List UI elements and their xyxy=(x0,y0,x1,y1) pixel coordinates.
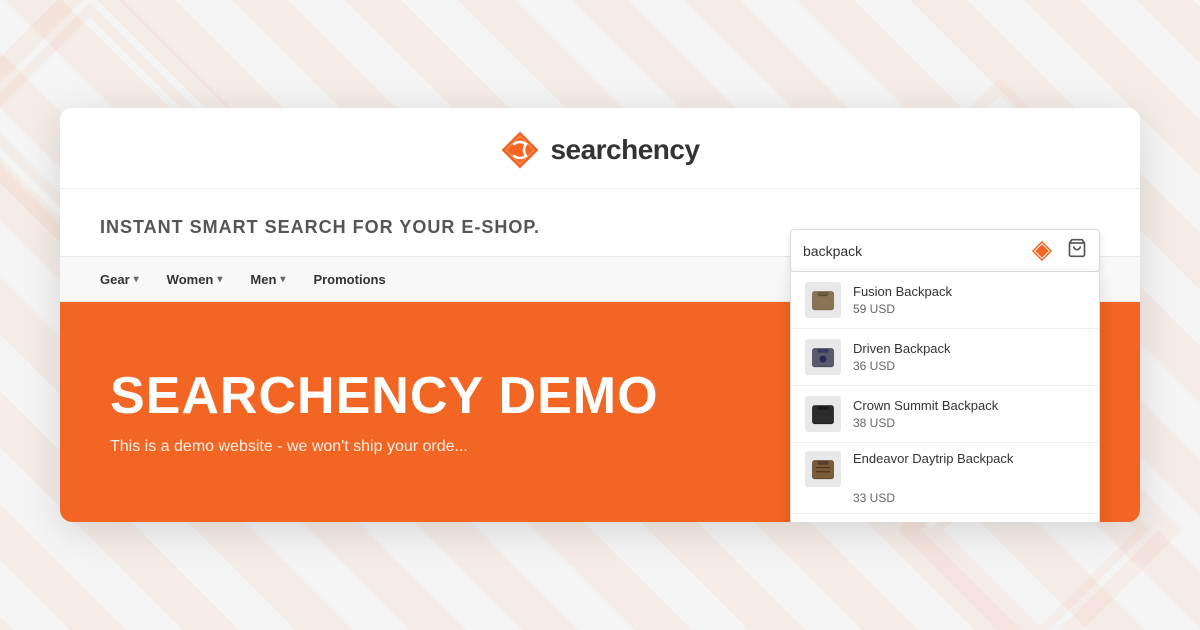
result-price-4: 33 USD xyxy=(853,491,1085,505)
nav-women[interactable]: Women ▾ xyxy=(167,257,223,301)
nav-men-label: Men xyxy=(250,272,276,287)
result-item-inner-4: Endeavor Daytrip Backpack xyxy=(805,451,1085,487)
result-info-4: Endeavor Daytrip Backpack xyxy=(853,451,1085,468)
nav-women-label: Women xyxy=(167,272,214,287)
result-name-3: Crown Summit Backpack xyxy=(853,398,1085,415)
nav-women-chevron-icon: ▾ xyxy=(217,274,222,285)
result-info-1: Fusion Backpack 59 USD xyxy=(853,284,1085,317)
cart-icon[interactable] xyxy=(1067,238,1087,263)
logo-text: searchency xyxy=(550,134,699,166)
logo-icon xyxy=(500,130,540,170)
result-price-3: 38 USD xyxy=(853,416,1085,430)
nav-promotions-label: Promotions xyxy=(313,272,385,287)
search-box xyxy=(790,229,1100,272)
nav-gear-label: Gear xyxy=(100,272,130,287)
result-item[interactable]: Fusion Backpack 59 USD xyxy=(791,272,1099,329)
result-name-4: Endeavor Daytrip Backpack xyxy=(853,451,1085,468)
result-item-special[interactable]: Endeavor Daytrip Backpack 33 USD xyxy=(791,443,1099,514)
result-info-3: Crown Summit Backpack 38 USD xyxy=(853,398,1085,431)
result-name-2: Driven Backpack xyxy=(853,341,1085,358)
result-thumb-2 xyxy=(805,339,841,375)
shop-area: INSTANT SMART SEARCH FOR YOUR E-SHOP. Ge… xyxy=(60,189,1140,522)
result-item[interactable]: Driven Backpack 36 USD xyxy=(791,329,1099,386)
result-price-1: 59 USD xyxy=(853,302,1085,316)
result-thumb-4 xyxy=(805,451,841,487)
search-input[interactable] xyxy=(803,243,1023,259)
main-card: searchency INSTANT SMART SEARCH FOR YOUR… xyxy=(60,108,1140,522)
search-overlay: Fusion Backpack 59 USD Driven Bac xyxy=(790,229,1100,522)
nav-gear-chevron-icon: ▾ xyxy=(134,274,139,285)
nav-promotions[interactable]: Promotions xyxy=(313,257,385,301)
nav-men-chevron-icon: ▾ xyxy=(280,274,285,285)
result-item[interactable]: Crown Summit Backpack 38 USD xyxy=(791,386,1099,443)
logo-area: searchency xyxy=(500,130,699,170)
result-item[interactable]: Affirm Water Bottle 7 USD xyxy=(791,514,1099,522)
shop-tagline: INSTANT SMART SEARCH FOR YOUR E-SHOP. xyxy=(100,217,540,237)
result-thumb-1 xyxy=(805,282,841,318)
nav-gear[interactable]: Gear ▾ xyxy=(100,257,139,301)
top-bar: searchency xyxy=(60,108,1140,189)
result-thumb-3 xyxy=(805,396,841,432)
result-price-2: 36 USD xyxy=(853,359,1085,373)
result-name-1: Fusion Backpack xyxy=(853,284,1085,301)
nav-men[interactable]: Men ▾ xyxy=(250,257,285,301)
search-brand-icon xyxy=(1031,240,1053,262)
search-dropdown: Fusion Backpack 59 USD Driven Bac xyxy=(790,272,1100,522)
result-info-2: Driven Backpack 36 USD xyxy=(853,341,1085,374)
